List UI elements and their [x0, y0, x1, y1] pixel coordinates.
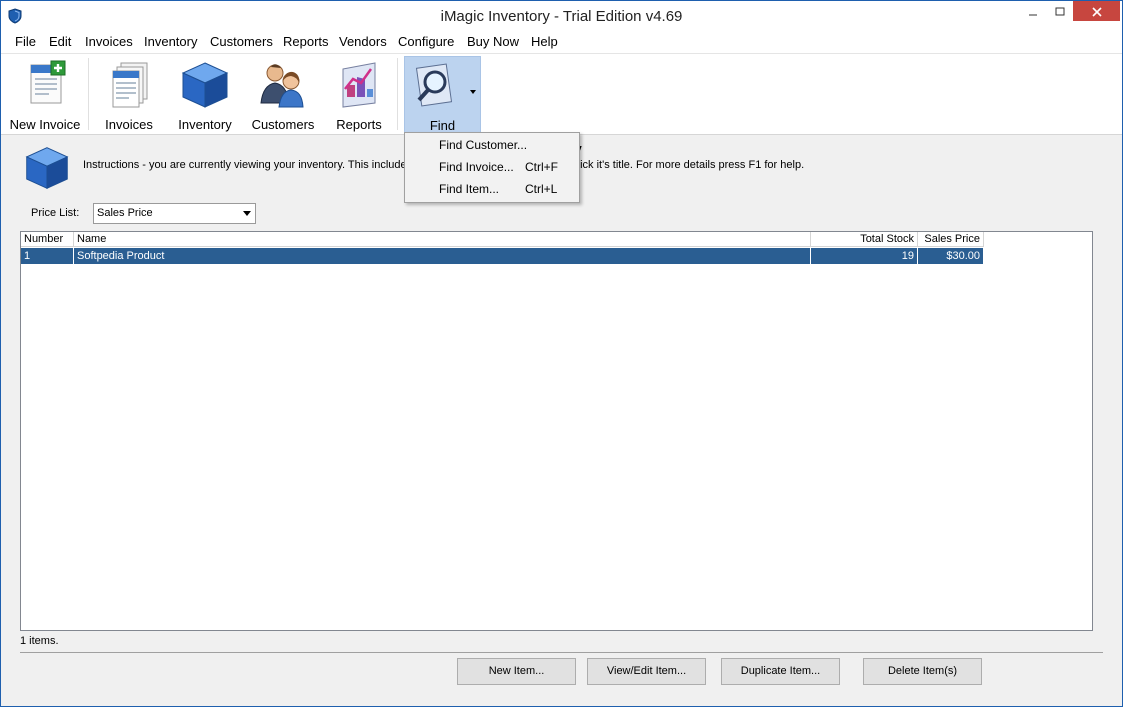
close-button[interactable]	[1073, 1, 1120, 21]
toolbar-separator	[397, 58, 398, 130]
find-invoice-shortcut: Ctrl+F	[525, 160, 558, 174]
delete-items-button[interactable]: Delete Item(s)	[863, 658, 982, 685]
price-list-value: Sales Price	[97, 207, 153, 219]
new-invoice-button[interactable]: New Invoice	[7, 56, 83, 133]
view-edit-item-button[interactable]: View/Edit Item...	[587, 658, 706, 685]
customers-label: Customers	[251, 117, 315, 132]
toolbar-separator	[88, 58, 89, 130]
price-list-label: Price List:	[31, 207, 80, 219]
cell-number: 1	[21, 248, 74, 264]
minimize-icon	[1028, 14, 1037, 16]
maximize-button[interactable]	[1046, 1, 1073, 21]
chevron-down-icon	[243, 211, 251, 216]
menu-bar: File Edit Invoices Inventory Customers R…	[1, 31, 1122, 54]
find-label: Find	[429, 118, 456, 133]
new-invoice-label: New Invoice	[9, 117, 81, 132]
maximize-icon	[1055, 7, 1064, 16]
cell-name: Softpedia Product	[74, 248, 811, 264]
instructions-text: Instructions - you are currently viewing…	[83, 159, 413, 171]
inventory-table[interactable]: Number Name Total Stock Sales Price 1 So…	[20, 231, 1093, 631]
invoices-icon	[112, 62, 148, 108]
menu-reports[interactable]: Reports	[281, 34, 331, 49]
duplicate-item-button[interactable]: Duplicate Item...	[721, 658, 840, 685]
find-magnifier-icon	[415, 63, 453, 107]
menu-inventory[interactable]: Inventory	[142, 34, 199, 49]
find-item-shortcut: Ctrl+L	[525, 182, 558, 196]
column-header-name[interactable]: Name	[74, 232, 811, 247]
app-window: iMagic Inventory - Trial Edition v4.69 F…	[0, 0, 1123, 707]
invoices-label: Invoices	[105, 117, 153, 132]
customers-people-icon	[260, 64, 304, 108]
menu-help[interactable]: Help	[529, 34, 560, 49]
menu-edit[interactable]: Edit	[47, 34, 73, 49]
instructions-text-continued: n click it's title. For more details pre…	[563, 159, 805, 171]
close-icon	[1091, 7, 1102, 17]
price-list-select[interactable]: Sales Price	[93, 203, 256, 224]
find-dropdown-arrow-icon[interactable]	[470, 90, 476, 94]
menu-item-find-invoice[interactable]: Find Invoice...	[439, 160, 514, 174]
find-button[interactable]: Find	[404, 56, 481, 133]
bottom-divider	[20, 652, 1103, 653]
inventory-label: Inventory	[178, 117, 232, 132]
reports-button[interactable]: Reports	[329, 56, 389, 133]
window-title: iMagic Inventory - Trial Edition v4.69	[440, 8, 683, 25]
find-dropdown-menu: Find Customer... Find Invoice... Ctrl+F …	[404, 132, 580, 203]
column-header-total-stock[interactable]: Total Stock	[811, 232, 918, 247]
inventory-box-icon	[181, 62, 229, 108]
new-invoice-icon	[30, 60, 66, 104]
menu-vendors[interactable]: Vendors	[337, 34, 389, 49]
menu-customers[interactable]: Customers	[208, 34, 275, 49]
menu-buy-now[interactable]: Buy Now	[465, 34, 521, 49]
new-item-button[interactable]: New Item...	[457, 658, 576, 685]
cell-sales-price: $30.00	[918, 248, 984, 264]
column-header-sales-price[interactable]: Sales Price	[918, 232, 984, 247]
reports-label: Reports	[336, 117, 382, 132]
instructions-box-icon	[25, 147, 69, 190]
title-bar: iMagic Inventory - Trial Edition v4.69	[1, 1, 1122, 31]
cell-total-stock: 19	[811, 248, 918, 264]
invoices-button[interactable]: Invoices	[97, 56, 161, 133]
menu-file[interactable]: File	[13, 34, 38, 49]
toolbar: New Invoice Invoices Inventory Customers…	[1, 54, 1122, 135]
table-row[interactable]: 1 Softpedia Product 19 $30.00	[21, 248, 984, 264]
menu-item-find-item[interactable]: Find Item...	[439, 182, 499, 196]
minimize-button[interactable]	[1019, 1, 1046, 21]
menu-configure[interactable]: Configure	[396, 34, 456, 49]
item-count: 1 items.	[20, 635, 59, 647]
menu-invoices[interactable]: Invoices	[83, 34, 135, 49]
menu-item-find-customer[interactable]: Find Customer...	[439, 138, 527, 152]
column-header-number[interactable]: Number	[21, 232, 74, 247]
customers-button[interactable]: Customers	[247, 56, 319, 133]
reports-chart-icon	[342, 62, 376, 108]
inventory-button[interactable]: Inventory	[171, 56, 239, 133]
